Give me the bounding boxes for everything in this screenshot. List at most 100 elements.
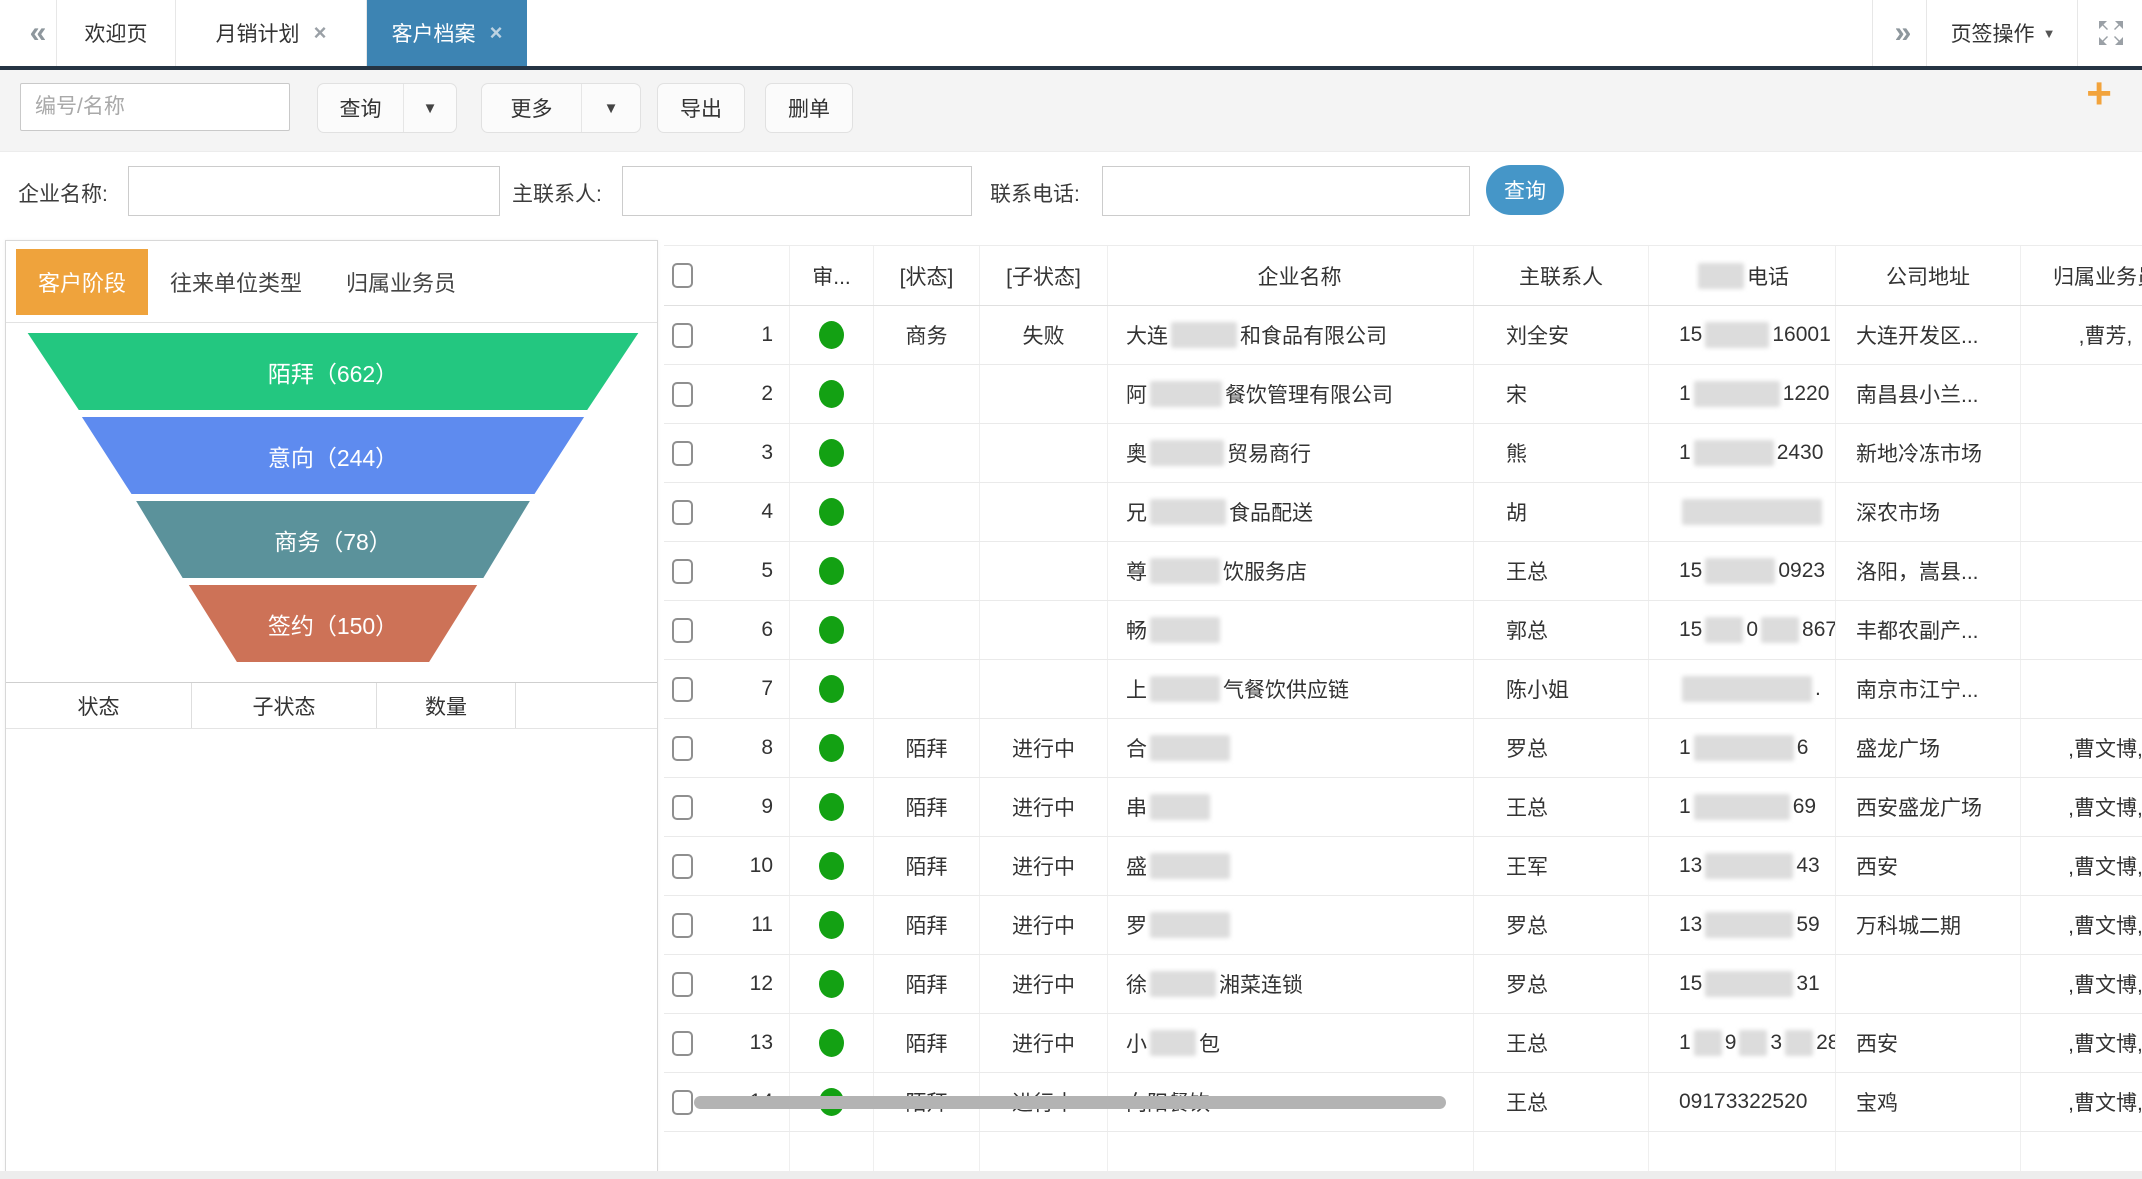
cell-checkbox[interactable]	[664, 660, 700, 718]
scroll-tabs-left-button[interactable]: «	[18, 0, 58, 66]
delete-button[interactable]: 删单	[765, 83, 853, 133]
tab-label: 往来单位类型	[170, 266, 302, 298]
table-row[interactable]: 8陌拜进行中合罗总16盛龙广场,曹文博,	[664, 719, 2142, 778]
contact-filter-input[interactable]	[622, 166, 972, 216]
table-row[interactable]: 9陌拜进行中串王总169西安盛龙广场,曹文博,	[664, 778, 2142, 837]
header-company[interactable]: 企业名称	[1108, 246, 1474, 305]
cell-checkbox[interactable]	[664, 601, 700, 659]
table-row[interactable]: 12陌拜进行中徐湘菜连锁罗总1531,曹文博,	[664, 955, 2142, 1014]
checkbox-icon[interactable]	[672, 1090, 693, 1115]
chevron-down-icon[interactable]: ▼	[404, 100, 456, 117]
funnel-segment-4[interactable]: 签约（150）	[23, 585, 643, 662]
checkbox-icon[interactable]	[672, 736, 693, 761]
table-row[interactable]: 10陌拜进行中盛王军1343西安,曹文博,	[664, 837, 2142, 896]
cell-checkbox[interactable]	[664, 542, 700, 600]
cell-checkbox[interactable]	[664, 483, 700, 541]
cell-status: 陌拜	[874, 1014, 980, 1072]
cell-checkbox[interactable]	[664, 955, 700, 1013]
table-row[interactable]: 11陌拜进行中罗罗总1359万科城二期,曹文博,	[664, 896, 2142, 955]
tab-owner-salesman[interactable]: 归属业务员	[324, 249, 478, 315]
table-row[interactable]: 4兄食品配送胡深农市场	[664, 483, 2142, 542]
cell-substatus: 进行中	[980, 719, 1108, 777]
checkbox-icon[interactable]	[672, 795, 693, 820]
header-select-all[interactable]	[664, 246, 700, 305]
cell-phone: 1516001	[1649, 306, 1836, 364]
funnel-segment-label: 陌拜（662）	[268, 355, 398, 389]
export-button[interactable]: 导出	[657, 83, 745, 133]
phone-filter-input[interactable]	[1102, 166, 1470, 216]
redacted-text	[1682, 499, 1822, 525]
search-input[interactable]	[20, 83, 290, 131]
filter-search-button[interactable]: 查询	[1486, 165, 1564, 215]
table-row[interactable]: 13陌拜进行中小包王总19328西安,曹文博,	[664, 1014, 2142, 1073]
chevron-down-icon[interactable]: ▼	[582, 100, 640, 117]
tab-welcome[interactable]: 欢迎页	[57, 0, 175, 66]
header-phone[interactable]: 电话	[1649, 246, 1836, 305]
cell-checkbox[interactable]	[664, 778, 700, 836]
green-dot-icon	[819, 321, 844, 349]
tab-customer-files[interactable]: 客户档案 ×	[367, 0, 527, 66]
cell-checkbox[interactable]	[664, 837, 700, 895]
checkbox-icon[interactable]	[672, 677, 693, 702]
checkbox-icon[interactable]	[672, 263, 693, 288]
checkbox-icon[interactable]	[672, 441, 693, 466]
table-row[interactable]: 1商务失败大连和食品有限公司刘全安1516001大连开发区...,曹芳,	[664, 306, 2142, 365]
header-status[interactable]: [状态]	[874, 246, 980, 305]
checkbox-icon[interactable]	[672, 1031, 693, 1056]
cell-checkbox[interactable]	[664, 896, 700, 954]
more-split-button[interactable]: 更多 ▼	[481, 83, 641, 133]
cell-row-number: 7	[700, 660, 790, 718]
funnel-segment-3[interactable]: 商务（78）	[23, 501, 643, 578]
table-row[interactable]: 2阿餐饮管理有限公司宋11220南昌县小兰...	[664, 365, 2142, 424]
tab-monthly-plan[interactable]: 月销计划 ×	[176, 0, 366, 66]
more-button-label[interactable]: 更多	[482, 84, 582, 132]
header-contact[interactable]: 主联系人	[1474, 246, 1649, 305]
table-row[interactable]: 3奥贸易商行熊12430新地冷冻市场	[664, 424, 2142, 483]
tab-customer-stage[interactable]: 客户阶段	[16, 249, 148, 315]
header-audit[interactable]: 审...	[790, 246, 874, 305]
header-substatus[interactable]: [子状态]	[980, 246, 1108, 305]
cell-checkbox[interactable]	[664, 719, 700, 777]
horizontal-scrollbar[interactable]	[694, 1096, 1446, 1109]
tab-label: 月销计划	[216, 18, 300, 48]
checkbox-icon[interactable]	[672, 323, 693, 348]
table-row[interactable]: 5尊饮服务店王总150923洛阳，嵩县...	[664, 542, 2142, 601]
funnel-segment-1[interactable]: 陌拜（662）	[23, 333, 643, 410]
checkbox-icon[interactable]	[672, 382, 693, 407]
checkbox-icon[interactable]	[672, 500, 693, 525]
checkbox-icon[interactable]	[672, 913, 693, 938]
green-dot-icon	[819, 557, 844, 585]
cell-address	[1836, 955, 2021, 1013]
table-row[interactable]: 6畅郭总1508673丰都农副产...	[664, 601, 2142, 660]
checkbox-icon[interactable]	[672, 972, 693, 997]
funnel-segment-2[interactable]: 意向（244）	[23, 417, 643, 494]
cell-checkbox[interactable]	[664, 365, 700, 423]
table-row[interactable]: 7上气餐饮供应链陈小姐.南京市江宁...	[664, 660, 2142, 719]
tab-actions-menu[interactable]: 页签操作 ▼	[1930, 0, 2076, 66]
tab-actions-label: 页签操作	[1951, 18, 2035, 48]
cell-row-number: 12	[700, 955, 790, 1013]
scroll-tabs-right-button[interactable]: »	[1880, 0, 1926, 66]
add-button[interactable]: +	[2086, 72, 2112, 116]
query-split-button[interactable]: 查询 ▼	[317, 83, 457, 133]
tab-unit-type[interactable]: 往来单位类型	[148, 249, 324, 315]
cell-checkbox[interactable]	[664, 306, 700, 364]
query-button-label[interactable]: 查询	[318, 84, 404, 132]
fullscreen-button[interactable]	[2085, 0, 2137, 66]
company-filter-input[interactable]	[128, 166, 500, 216]
cell-checkbox[interactable]	[664, 424, 700, 482]
header-owner[interactable]: 归属业务员	[2021, 246, 2142, 305]
checkbox-icon[interactable]	[672, 618, 693, 643]
header-address[interactable]: 公司地址	[1836, 246, 2021, 305]
empty-cell	[1649, 1132, 1836, 1171]
checkbox-icon[interactable]	[672, 854, 693, 879]
cell-address: 万科城二期	[1836, 896, 2021, 954]
close-icon[interactable]: ×	[314, 20, 327, 46]
checkbox-icon[interactable]	[672, 559, 693, 584]
cell-checkbox[interactable]	[664, 1014, 700, 1072]
empty-cell	[980, 1132, 1108, 1171]
funnel-segment-label: 意向（244）	[268, 439, 398, 473]
close-icon[interactable]: ×	[490, 20, 503, 46]
cell-owner	[2021, 424, 2142, 482]
cell-substatus	[980, 542, 1108, 600]
